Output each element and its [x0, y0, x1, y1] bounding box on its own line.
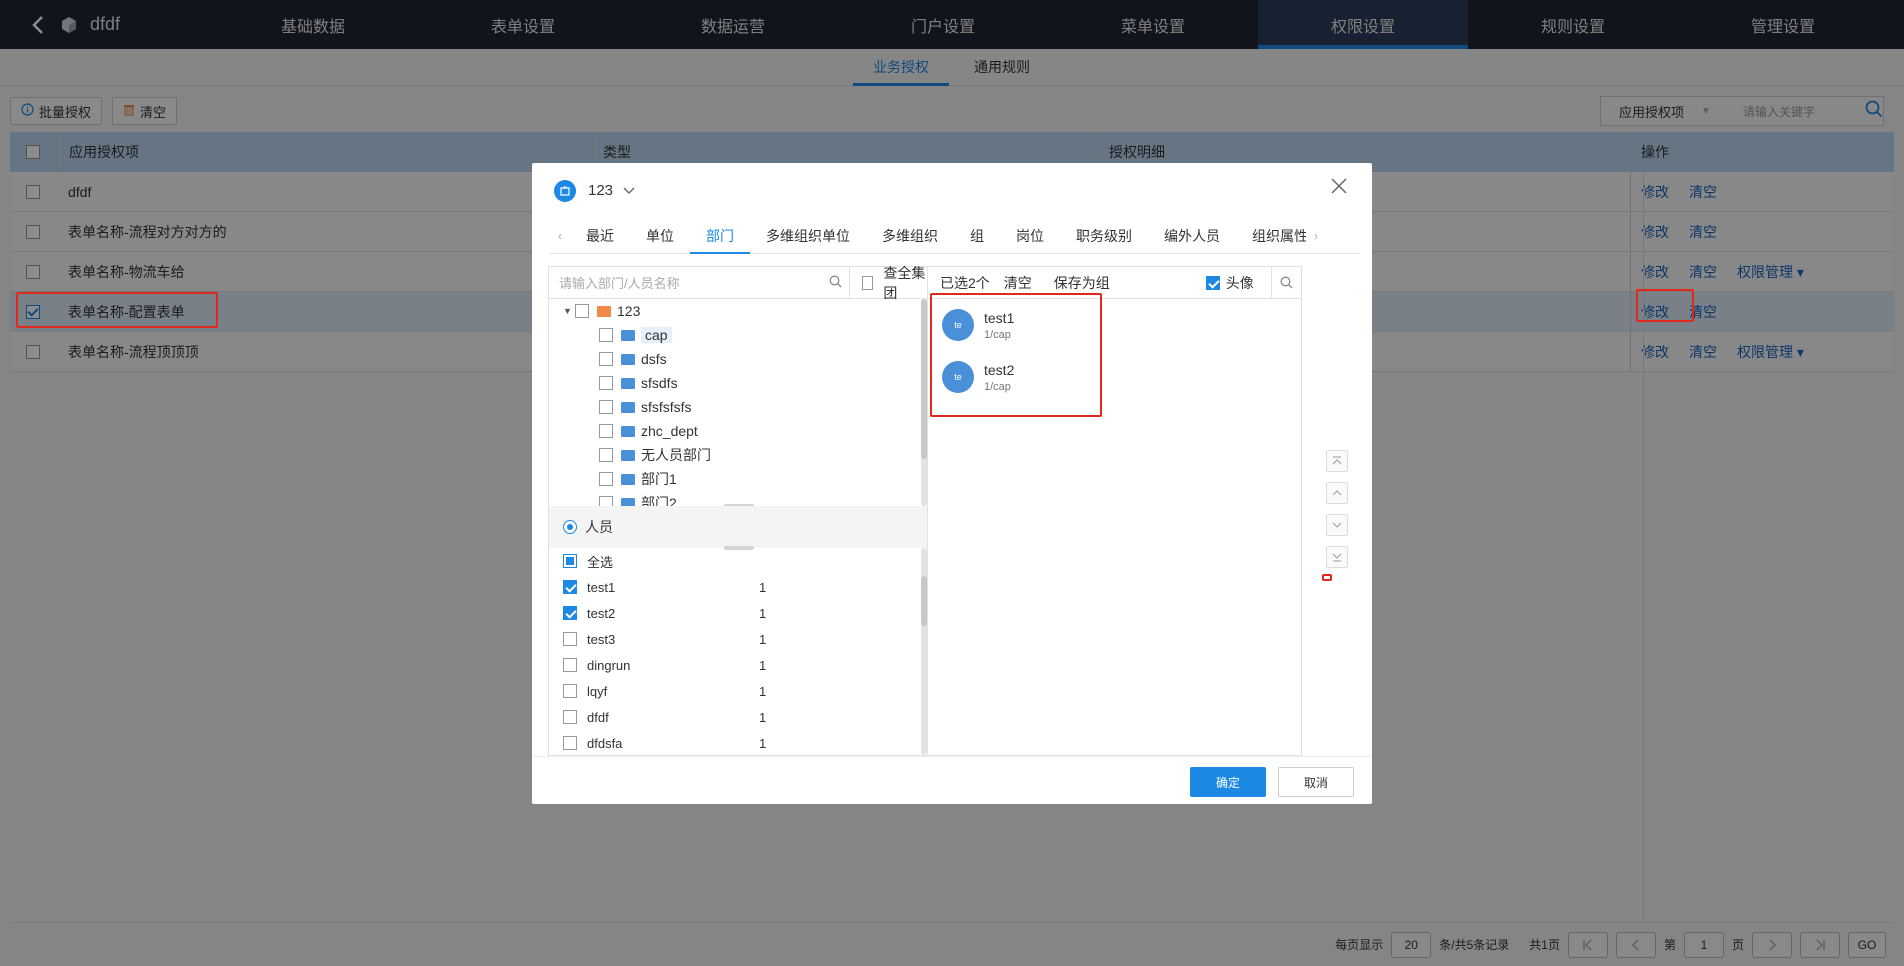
person-filter: 人员: [549, 506, 927, 548]
tab-recent[interactable]: 最近: [570, 218, 630, 254]
tree-scroll-thumb[interactable]: [921, 299, 927, 459]
tab-department[interactable]: 部门: [690, 218, 750, 254]
tab-org-attribute[interactable]: 组织属性: [1236, 218, 1306, 254]
list-item[interactable]: test3 1: [549, 626, 927, 652]
dialog-tabs: ‹ 最近 单位 部门 多维组织单位 多维组织 组 岗位 职务级别 编外人员 组织…: [550, 218, 1360, 254]
person-scroll-thumb[interactable]: [921, 576, 927, 626]
folder-icon: [621, 377, 635, 389]
tree-node[interactable]: dsfs: [549, 347, 927, 371]
folder-icon: [621, 425, 635, 437]
tab-unit[interactable]: 单位: [630, 218, 690, 254]
clear-selected-link[interactable]: 清空: [1004, 273, 1032, 293]
tree-checkbox[interactable]: [599, 328, 613, 342]
person-checkbox[interactable]: [563, 710, 577, 724]
show-avatar-label: 头像: [1225, 274, 1254, 291]
select-all-checkbox[interactable]: [563, 554, 577, 568]
tree-node-root[interactable]: ▼ 123: [549, 299, 927, 323]
folder-icon: [621, 353, 635, 365]
tab-group[interactable]: 组: [954, 218, 1000, 254]
dept-tree: ▼ 123 cap dsfs sfsdfs sfsfsfsfs zhc_dept…: [549, 299, 927, 506]
dialog-title[interactable]: 123: [588, 182, 613, 199]
tab-job-level[interactable]: 职务级别: [1060, 218, 1148, 254]
save-as-group-link[interactable]: 保存为组: [1054, 273, 1110, 293]
tabs-prev-icon[interactable]: ‹: [550, 229, 570, 243]
close-icon[interactable]: [1328, 177, 1350, 199]
org-tree-pane: 请输入部门/人员名称 查全集团 ▼ 123 cap dsfs sfsdfs sf…: [548, 264, 928, 756]
list-item[interactable]: test2 1: [549, 600, 927, 626]
select-all-row[interactable]: 全选: [549, 548, 927, 574]
move-bottom-icon[interactable]: [1326, 546, 1348, 568]
tree-checkbox[interactable]: [599, 424, 613, 438]
tree-checkbox[interactable]: [575, 304, 589, 318]
tab-external-staff[interactable]: 编外人员: [1148, 218, 1236, 254]
move-up-icon[interactable]: [1326, 482, 1348, 504]
tree-node[interactable]: sfsdfs: [549, 371, 927, 395]
cancel-button[interactable]: 取消: [1278, 767, 1354, 797]
expand-arrow-icon[interactable]: ▼: [563, 306, 575, 316]
annotation-box-edit: [1636, 289, 1694, 322]
person-radio[interactable]: [563, 520, 577, 534]
tree-node[interactable]: zhc_dept: [549, 419, 927, 443]
tree-node[interactable]: 无人员部门: [549, 443, 927, 467]
list-item[interactable]: test1 1: [549, 574, 927, 600]
tab-multi-org-unit[interactable]: 多维组织单位: [750, 218, 866, 254]
tree-checkbox[interactable]: [599, 376, 613, 390]
person-checkbox[interactable]: [563, 606, 577, 620]
tree-checkbox[interactable]: [599, 496, 613, 506]
order-buttons: [1326, 450, 1348, 578]
tree-node[interactable]: 部门1: [549, 467, 927, 491]
person-checkbox[interactable]: [563, 580, 577, 594]
folder-icon: [621, 401, 635, 413]
tree-node[interactable]: cap: [549, 323, 927, 347]
annotation-box-selected: [930, 293, 1102, 417]
confirm-button[interactable]: 确定: [1190, 767, 1266, 797]
annotation-box-small: [1322, 574, 1332, 581]
tree-checkbox[interactable]: [599, 352, 613, 366]
folder-icon: [621, 329, 635, 341]
search-icon[interactable]: [1271, 266, 1301, 299]
tree-checkbox[interactable]: [599, 472, 613, 486]
person-label: 人员: [585, 519, 613, 535]
org-icon: [554, 179, 576, 202]
whole-group-checkbox[interactable]: [862, 275, 874, 290]
list-item[interactable]: dfdf 1: [549, 704, 927, 730]
dept-search-input[interactable]: 请输入部门/人员名称: [549, 273, 829, 292]
person-list: 全选 test1 1 test2 1 test3 1 dingrun 1 lqy…: [549, 548, 927, 755]
tree-checkbox[interactable]: [599, 400, 613, 414]
search-icon[interactable]: [829, 275, 849, 291]
whole-group-label: 查全集团: [883, 264, 926, 301]
list-item[interactable]: lqyf 1: [549, 678, 927, 704]
move-down-icon[interactable]: [1326, 514, 1348, 536]
person-checkbox[interactable]: [563, 684, 577, 698]
person-checkbox[interactable]: [563, 736, 577, 750]
tabs-next-icon[interactable]: ›: [1306, 229, 1326, 243]
show-avatar-checkbox[interactable]: [1205, 275, 1220, 290]
selected-count: 已选2个: [940, 274, 990, 291]
list-item[interactable]: dfdsfa 1: [549, 730, 927, 755]
list-item[interactable]: dingrun 1: [549, 652, 927, 678]
tree-checkbox[interactable]: [599, 448, 613, 462]
folder-icon: [597, 305, 611, 317]
person-checkbox[interactable]: [563, 632, 577, 646]
tab-post[interactable]: 岗位: [1000, 218, 1060, 254]
person-checkbox[interactable]: [563, 658, 577, 672]
select-people-dialog: 123 ‹ 最近 单位 部门 多维组织单位 多维组织 组 岗位 职务级别 编外人…: [532, 163, 1372, 804]
tab-multi-org[interactable]: 多维组织: [866, 218, 954, 254]
folder-icon: [621, 497, 635, 506]
annotation-box-row: [16, 292, 218, 328]
tree-node[interactable]: sfsfsfsfs: [549, 395, 927, 419]
folder-icon: [621, 449, 635, 461]
folder-icon: [621, 473, 635, 485]
chevron-down-icon[interactable]: [623, 184, 635, 198]
move-top-icon[interactable]: [1326, 450, 1348, 472]
